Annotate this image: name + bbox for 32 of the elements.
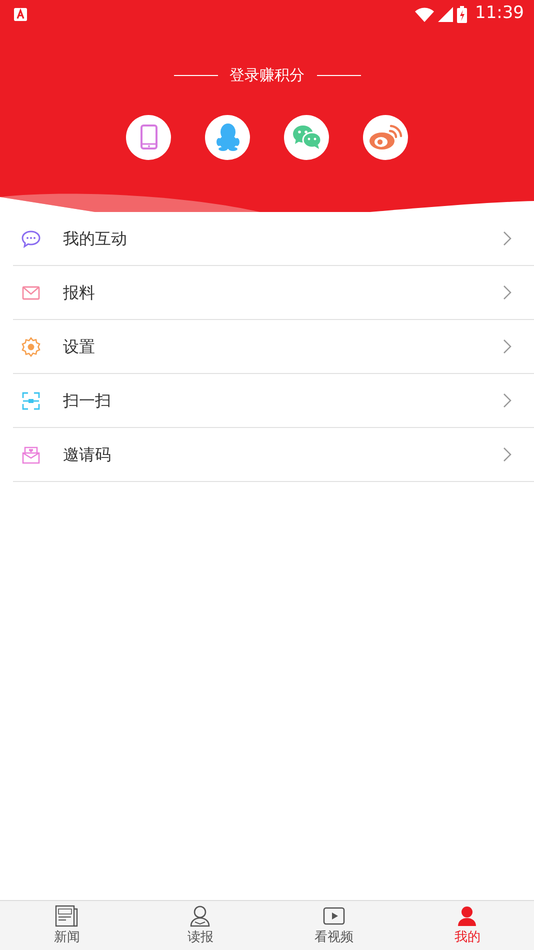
login-option-button[interactable]	[363, 114, 408, 160]
person-icon	[456, 905, 478, 927]
tab-button[interactable]: 新闻	[0, 901, 134, 950]
chat-icon	[292, 124, 322, 150]
battery-icon	[457, 6, 467, 22]
play-icon	[322, 905, 345, 927]
newspaper-icon	[54, 905, 79, 927]
login-prompt: 登录赚积分	[230, 65, 304, 86]
envelope-icon	[21, 286, 41, 300]
time-text: 11:39	[475, 2, 524, 26]
chevron-right-icon	[503, 285, 512, 300]
penguin-icon	[216, 123, 240, 151]
scan-icon	[21, 392, 41, 410]
chevron-right-icon	[503, 447, 512, 462]
wifi-icon	[415, 6, 434, 22]
invitation-icon	[21, 446, 41, 464]
tab-button[interactable]: 看视频	[267, 901, 400, 950]
login-option-button[interactable]	[126, 114, 171, 160]
phone-icon	[140, 124, 158, 150]
signal-icon	[438, 6, 453, 22]
speech-bubble-icon	[21, 230, 41, 248]
gear-icon	[21, 336, 41, 356]
login-option-button[interactable]	[284, 114, 329, 160]
eye-icon	[368, 123, 404, 151]
login-option-button[interactable]	[205, 114, 250, 160]
chevron-right-icon	[503, 393, 512, 408]
chevron-right-icon	[503, 231, 512, 246]
tab-button[interactable]: 我的	[400, 901, 534, 950]
person-icon	[189, 905, 212, 927]
tab-button[interactable]: 读报	[134, 901, 267, 950]
chevron-right-icon	[503, 339, 512, 354]
app-notification-icon	[14, 8, 27, 20]
